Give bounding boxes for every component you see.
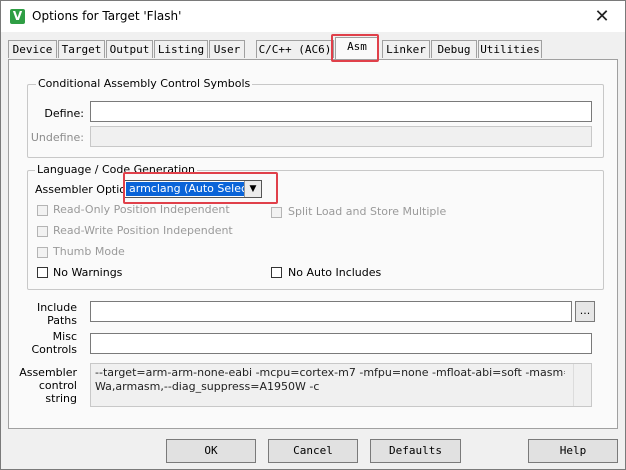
tab-linker[interactable]: Linker bbox=[382, 40, 430, 58]
split-load-store-label: Split Load and Store Multiple bbox=[288, 205, 447, 218]
conditional-assembly-title: Conditional Assembly Control Symbols bbox=[36, 77, 253, 90]
include-paths-label: Include Paths bbox=[19, 301, 77, 327]
read-only-pi-label: Read-Only Position Independent bbox=[53, 203, 230, 216]
tab-asm[interactable]: Asm bbox=[335, 37, 379, 59]
thumb-mode-label: Thumb Mode bbox=[53, 245, 125, 258]
assembler-control-label-line3: string bbox=[45, 392, 77, 405]
tab-listing[interactable]: Listing bbox=[154, 40, 208, 58]
include-paths-browse-button[interactable]: ... bbox=[575, 301, 595, 322]
assembler-control-string-label: Assembler control string bbox=[19, 366, 77, 405]
split-load-store-checkbox bbox=[271, 207, 282, 218]
assembler-option-label: Assembler Option bbox=[35, 183, 134, 196]
assembler-option-select[interactable]: armclang (Auto Select) ▼ bbox=[124, 180, 262, 198]
include-paths-input[interactable] bbox=[90, 301, 572, 322]
close-icon[interactable]: ✕ bbox=[579, 1, 625, 32]
read-only-pi-checkbox bbox=[37, 205, 48, 216]
assembler-control-line1: --target=arm-arm-none-eabi -mcpu=cortex-… bbox=[95, 366, 565, 379]
cancel-button[interactable]: Cancel bbox=[268, 439, 358, 463]
read-write-pi-checkbox bbox=[37, 226, 48, 237]
no-warnings-label[interactable]: No Warnings bbox=[53, 266, 122, 279]
undefine-label: Undefine: bbox=[30, 131, 84, 144]
no-warnings-checkbox[interactable] bbox=[37, 267, 48, 278]
assembler-control-string-box[interactable]: --target=arm-arm-none-eabi -mcpu=cortex-… bbox=[90, 363, 592, 407]
assembler-control-label-line2: control bbox=[38, 379, 77, 392]
window-title: Options for Target 'Flash' bbox=[32, 9, 182, 23]
include-paths-label-line2: Paths bbox=[47, 314, 77, 327]
tab-device[interactable]: Device bbox=[8, 40, 57, 58]
title-bar[interactable]: V Options for Target 'Flash' ✕ bbox=[1, 1, 625, 32]
no-auto-includes-label[interactable]: No Auto Includes bbox=[288, 266, 381, 279]
misc-controls-input[interactable] bbox=[90, 333, 592, 354]
ok-button[interactable]: OK bbox=[166, 439, 256, 463]
tab-output[interactable]: Output bbox=[106, 40, 153, 58]
misc-controls-label-line2: Controls bbox=[31, 343, 78, 356]
tab-user[interactable]: User bbox=[209, 40, 245, 58]
tab-debug[interactable]: Debug bbox=[431, 40, 477, 58]
misc-controls-label: Misc Controls bbox=[19, 330, 78, 356]
assembler-control-line2: Wa,armasm,--diag_suppress=A1950W -c bbox=[95, 380, 320, 393]
assembler-control-scrollbar[interactable] bbox=[573, 364, 591, 406]
thumb-mode-checkbox bbox=[37, 247, 48, 258]
tab-target[interactable]: Target bbox=[58, 40, 105, 58]
include-paths-label-line1: Include bbox=[36, 301, 77, 314]
asm-tab-panel: Conditional Assembly Control Symbols Def… bbox=[8, 59, 618, 429]
language-code-generation-title: Language / Code Generation bbox=[35, 163, 198, 176]
defaults-button[interactable]: Defaults bbox=[370, 439, 461, 463]
tab-utilities[interactable]: Utilities bbox=[478, 40, 542, 58]
keil-app-icon: V bbox=[10, 9, 25, 24]
chevron-down-icon[interactable]: ▼ bbox=[244, 181, 261, 197]
help-button[interactable]: Help bbox=[528, 439, 618, 463]
options-dialog: V Options for Target 'Flash' ✕ Device Ta… bbox=[0, 0, 626, 470]
tab-c-cpp[interactable]: C/C++ (AC6) bbox=[256, 40, 334, 58]
define-label: Define: bbox=[44, 107, 84, 120]
assembler-option-value: armclang (Auto Select) bbox=[126, 182, 259, 196]
undefine-input bbox=[90, 126, 592, 147]
assembler-control-label-line1: Assembler bbox=[19, 366, 77, 379]
define-input[interactable] bbox=[90, 101, 592, 122]
read-write-pi-label: Read-Write Position Independent bbox=[53, 224, 233, 237]
no-auto-includes-checkbox[interactable] bbox=[271, 267, 282, 278]
misc-controls-label-line1: Misc bbox=[52, 330, 77, 343]
